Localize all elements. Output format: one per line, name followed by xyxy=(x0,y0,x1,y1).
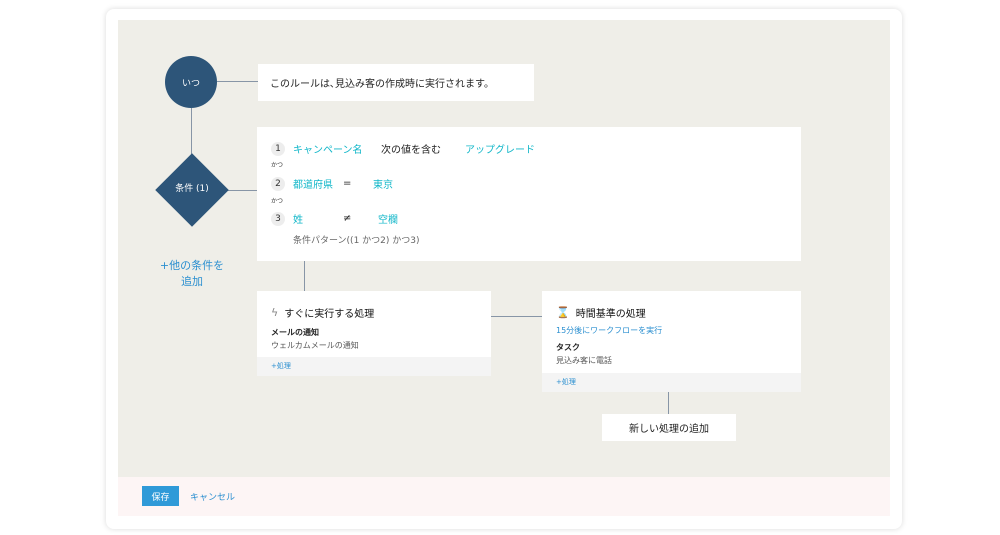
add-condition-line2: 追加 xyxy=(181,275,203,288)
add-condition-link[interactable]: +他の条件を 追加 xyxy=(150,258,234,290)
cancel-link[interactable]: キャンセル xyxy=(190,490,235,503)
time-action-title: ⌛ 時間基準の処理 xyxy=(556,305,646,320)
condition-number: 3 xyxy=(271,211,285,226)
condition-value: 東京 xyxy=(373,180,393,191)
condition-row: 2 都道府県 = 東京 xyxy=(271,176,393,191)
condition-operator: 次の値を含む xyxy=(381,145,441,156)
condition-operator: ≠ xyxy=(343,213,352,224)
condition-row: 1 キャンペーン名 次の値を含む アップグレード xyxy=(271,141,535,156)
connector-condition-action xyxy=(304,261,305,291)
when-text: このルールは､見込み客の作成時に実行されます。 xyxy=(270,79,494,90)
connector-time-new xyxy=(668,392,669,414)
condition-operator: = xyxy=(343,178,352,189)
when-box[interactable]: このルールは､見込み客の作成時に実行されます。 xyxy=(258,64,534,101)
add-new-action-button[interactable]: 新しい処理の追加 xyxy=(602,414,736,441)
connector-condition xyxy=(226,190,257,191)
condition-connector: かつ xyxy=(271,162,284,169)
condition-field: キャンペーン名 xyxy=(293,145,363,156)
condition-field: 姓 xyxy=(293,215,303,226)
when-node[interactable]: いつ xyxy=(165,56,217,108)
time-action-title-text: 時間基準の処理 xyxy=(575,309,646,320)
immediate-action-item-title: メールの通知 xyxy=(271,328,319,337)
add-new-action-label: 新しい処理の追加 xyxy=(629,424,709,435)
condition-value: 空欄 xyxy=(378,215,398,226)
condition-field: 都道府県 xyxy=(293,180,333,191)
time-action-item-title: タスク xyxy=(556,343,580,352)
connector-action-time xyxy=(491,316,542,317)
time-action-schedule[interactable]: 15分後にワークフローを実行 xyxy=(556,325,662,336)
immediate-action-box[interactable]: ϟ すぐに実行する処理 メールの通知 ウェルカムメールの通知 +処理 xyxy=(257,291,491,376)
lightning-icon: ϟ xyxy=(271,306,279,319)
condition-connector: かつ xyxy=(271,198,284,205)
when-node-label: いつ xyxy=(181,78,200,89)
condition-value: アップグレード xyxy=(465,145,535,156)
condition-number: 2 xyxy=(271,176,285,191)
immediate-action-title: ϟ すぐに実行する処理 xyxy=(271,305,374,320)
condition-number: 1 xyxy=(271,141,285,156)
add-immediate-action-link[interactable]: +処理 xyxy=(257,357,491,376)
condition-row: 3 姓 ≠ 空欄 xyxy=(271,211,398,226)
condition-pattern: 条件パターン((1 かつ2) かつ3) xyxy=(293,236,420,246)
save-button[interactable]: 保存 xyxy=(142,486,179,506)
immediate-action-item-desc: ウェルカムメールの通知 xyxy=(271,341,359,350)
time-action-box[interactable]: ⌛ 時間基準の処理 15分後にワークフローを実行 タスク 見込み客に電話 +処理 xyxy=(542,291,801,392)
condition-node-label: 条件 (1) xyxy=(175,184,209,194)
immediate-action-title-text: すぐに実行する処理 xyxy=(284,309,375,320)
add-condition-line1: +他の条件を xyxy=(159,259,225,272)
hourglass-icon: ⌛ xyxy=(556,306,570,319)
connector-when xyxy=(217,81,258,82)
add-time-action-link[interactable]: +処理 xyxy=(542,373,801,392)
conditions-box[interactable]: 1 キャンペーン名 次の値を含む アップグレード かつ 2 都道府県 = 東京 … xyxy=(257,127,801,261)
time-action-item-desc: 見込み客に電話 xyxy=(556,356,612,365)
connector-when-condition xyxy=(191,108,192,158)
